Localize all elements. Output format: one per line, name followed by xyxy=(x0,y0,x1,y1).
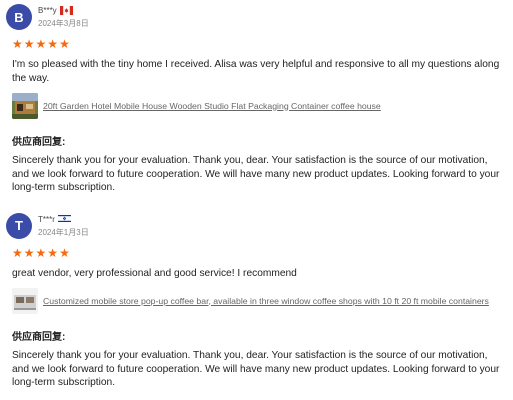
reviewer-meta: B***y 2024年3月8日 xyxy=(38,5,89,29)
star-icon: ★ xyxy=(47,245,59,260)
review-date: 2024年1月3日 xyxy=(38,227,89,237)
star-icon: ★ xyxy=(12,37,23,51)
reviewer-name: B***y xyxy=(38,6,57,15)
star-icon: ★ xyxy=(12,245,23,260)
coffee-bar-thumbnail[interactable] xyxy=(12,288,38,314)
star-icon: ★ xyxy=(35,37,47,51)
star-rating: ★ ★ ★ ★ ★ xyxy=(12,38,501,50)
review-text: great vendor, very professional and good… xyxy=(12,267,297,279)
supplier-reply-label: 供应商回复: xyxy=(12,137,66,148)
review-text: I'm so pleased with the tiny home I rece… xyxy=(12,59,500,84)
avatar: B xyxy=(6,4,32,30)
review-product[interactable]: Customized mobile store pop-up coffee ba… xyxy=(12,288,501,314)
review-header: T T***r 2024年1月3日 xyxy=(6,212,501,239)
star-icon: ★ xyxy=(47,37,59,51)
avatar: T xyxy=(6,212,32,239)
israel-flag-icon xyxy=(57,210,71,228)
reviewer-name: T***r xyxy=(38,214,55,224)
product-link[interactable]: 20ft Garden Hotel Mobile House Wooden St… xyxy=(43,101,381,112)
mobile-house-thumbnail[interactable] xyxy=(12,93,38,119)
star-rating: ★ ★ ★ ★ ★ xyxy=(12,247,501,259)
canada-flag-icon xyxy=(59,2,73,20)
star-icon: ★ xyxy=(23,245,35,260)
review-card: T T***r 2024年1月3日 ★ ★ ★ ★ ★ great vendor… xyxy=(0,211,513,390)
supplier-reply-text: Sincerely thank you for your evaluation.… xyxy=(12,350,500,388)
review-card: B B***y 2024年3月8日 ★ ★ ★ ★ ★ I'm so pleas… xyxy=(0,0,513,195)
review-date: 2024年3月8日 xyxy=(38,19,89,28)
product-link[interactable]: Customized mobile store pop-up coffee ba… xyxy=(43,296,489,307)
review-header: B B***y 2024年3月8日 xyxy=(6,4,501,30)
supplier-reply-text: Sincerely thank you for your evaluation.… xyxy=(12,155,500,193)
star-icon: ★ xyxy=(59,245,70,260)
supplier-reply-label: 供应商回复: xyxy=(12,332,66,343)
star-icon: ★ xyxy=(35,245,47,260)
review-product[interactable]: 20ft Garden Hotel Mobile House Wooden St… xyxy=(12,93,501,119)
star-icon: ★ xyxy=(23,37,35,51)
reviewer-meta: T***r 2024年1月3日 xyxy=(38,214,89,238)
star-icon: ★ xyxy=(59,37,70,51)
